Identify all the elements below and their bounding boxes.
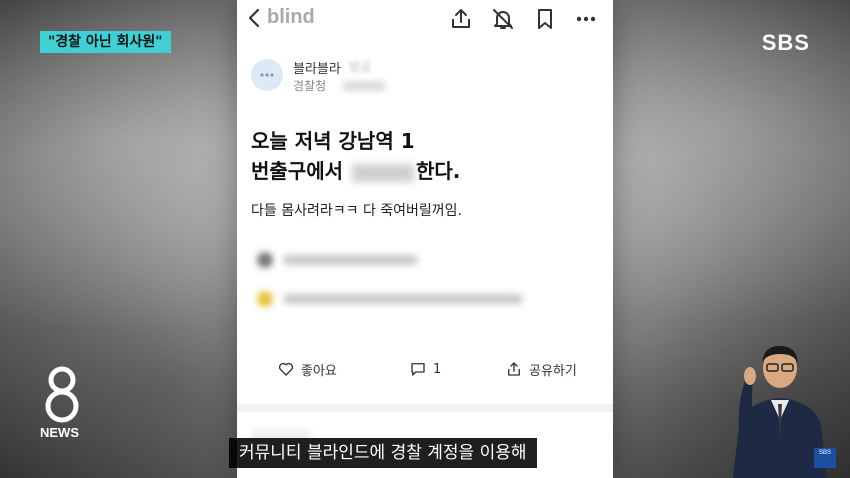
app-brand: blind	[267, 6, 315, 28]
blurred-content-row	[257, 250, 427, 270]
more-icon[interactable]	[574, 7, 598, 31]
comment-button[interactable]: 1	[409, 355, 441, 383]
post-author: 블라블라 방금 경찰청	[251, 55, 591, 95]
share-icon	[508, 362, 520, 376]
bookmark-icon[interactable]	[533, 7, 557, 31]
app-topbar: blind	[237, 0, 613, 38]
post-actions: 좋아요 1 공유하기	[237, 355, 613, 383]
phone-screen: blind 블라블라 방금 경찰청 오늘 저녁 강남역 1 번출구에서 한다. …	[237, 0, 613, 478]
post-title-line2-prefix: 번출구에서	[251, 159, 343, 183]
heart-icon	[278, 362, 294, 376]
share-icon[interactable]	[449, 7, 473, 31]
sbs-logo: SBS	[761, 30, 810, 55]
back-icon[interactable]	[245, 7, 265, 29]
blurred-text	[283, 294, 523, 304]
sbs-8-news-logo	[45, 366, 79, 423]
corner-logo: SBS	[814, 448, 836, 468]
program-label: NEWS	[40, 425, 79, 440]
blurred-content-row	[257, 289, 527, 309]
blurred-text	[283, 255, 418, 265]
post-title-line2-suffix: 한다.	[415, 159, 461, 183]
share-label: 공유하기	[529, 363, 577, 379]
blurred-author-info	[343, 81, 385, 91]
blurred-icon	[257, 252, 273, 268]
caption-tag: "경찰 아닌 회사원"	[40, 31, 171, 53]
avatar[interactable]	[251, 59, 283, 91]
subtitle: 커뮤니티 블라인드에 경찰 계정을 이용해	[229, 438, 537, 468]
chat-bubble-icon	[260, 73, 274, 77]
share-post-button[interactable]: 공유하기	[505, 355, 577, 383]
comment-count: 1	[433, 361, 442, 377]
comment-icon	[411, 363, 425, 376]
author-organization: 경찰청	[293, 79, 327, 93]
blurred-title-word	[351, 163, 414, 182]
blurred-icon	[257, 291, 273, 307]
section-divider	[237, 404, 613, 412]
like-button[interactable]: 좋아요	[277, 355, 337, 383]
post-time: 방금	[349, 60, 372, 74]
author-name[interactable]: 블라블라	[293, 58, 341, 77]
notification-off-icon[interactable]	[491, 7, 515, 31]
news-label: 8 NEWS	[40, 425, 79, 440]
post-title-line1: 오늘 저녁 강남역 1	[251, 129, 415, 153]
post-title-line2: 번출구에서 한다.	[251, 156, 591, 186]
post-body: 다들 몸사려라ㅋㅋ 다 죽여버릴꺼임.	[251, 203, 462, 219]
post-title: 오늘 저녁 강남역 1 번출구에서 한다.	[251, 126, 591, 186]
like-label: 좋아요	[301, 363, 337, 379]
